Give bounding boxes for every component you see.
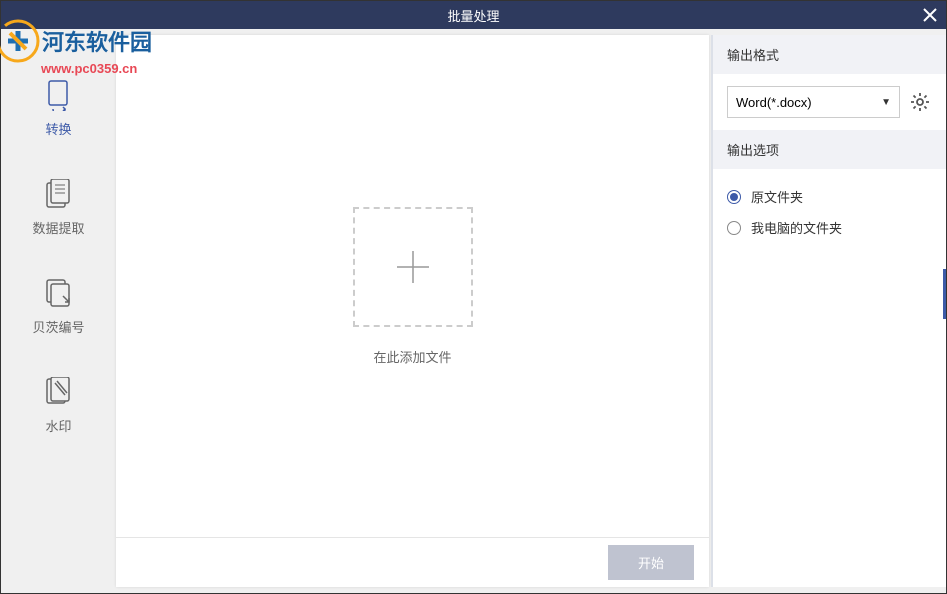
window: 批量处理 河东软件园 www.pc0359.cn 转换 bbox=[0, 0, 947, 594]
output-options-body: 原文件夹 我电脑的文件夹 bbox=[713, 169, 946, 255]
radio-label: 原文件夹 bbox=[751, 187, 803, 206]
right-panel: 输出格式 Word(*.docx) ▼ 输出选项 原文件夹 bbox=[711, 35, 946, 587]
sidebar-item-label: 水印 bbox=[45, 416, 71, 435]
start-button[interactable]: 开始 bbox=[608, 545, 694, 580]
radio-icon bbox=[727, 221, 741, 235]
chevron-down-icon: ▼ bbox=[881, 97, 891, 108]
sidebar: 转换 数据提取 贝茨编号 水印 bbox=[1, 29, 116, 593]
output-format-body: Word(*.docx) ▼ bbox=[713, 74, 946, 130]
bates-icon bbox=[43, 277, 75, 309]
sidebar-item-label: 贝茨编号 bbox=[32, 317, 84, 336]
add-files-dropzone[interactable] bbox=[353, 207, 473, 327]
watermark-icon bbox=[43, 376, 75, 408]
right-edge-indicator bbox=[943, 269, 946, 319]
sidebar-item-label: 转换 bbox=[45, 119, 71, 138]
window-title: 批量处理 bbox=[447, 6, 499, 25]
dropzone-label: 在此添加文件 bbox=[373, 347, 451, 366]
radio-original-folder[interactable]: 原文件夹 bbox=[727, 181, 932, 212]
body: 河东软件园 www.pc0359.cn 转换 数据提取 bbox=[1, 29, 946, 593]
radio-label: 我电脑的文件夹 bbox=[751, 218, 842, 237]
radio-custom-folder[interactable]: 我电脑的文件夹 bbox=[727, 212, 932, 243]
sidebar-item-extract[interactable]: 数据提取 bbox=[1, 158, 116, 257]
plus-icon bbox=[391, 245, 435, 289]
sidebar-item-convert[interactable]: 转换 bbox=[1, 59, 116, 158]
output-format-header: 输出格式 bbox=[713, 35, 946, 74]
titlebar: 批量处理 bbox=[1, 1, 946, 29]
main-footer: 开始 bbox=[116, 537, 709, 587]
main-panel: 在此添加文件 开始 bbox=[116, 35, 709, 587]
radio-icon bbox=[727, 190, 741, 204]
sidebar-item-label: 数据提取 bbox=[32, 218, 84, 237]
extract-icon bbox=[43, 178, 75, 210]
convert-icon bbox=[43, 79, 75, 111]
sidebar-item-bates[interactable]: 贝茨编号 bbox=[1, 257, 116, 356]
sidebar-item-watermark[interactable]: 水印 bbox=[1, 356, 116, 455]
output-options-header: 输出选项 bbox=[713, 130, 946, 169]
main-content: 在此添加文件 bbox=[116, 35, 709, 537]
output-format-value: Word(*.docx) bbox=[736, 95, 812, 110]
gear-icon bbox=[910, 92, 930, 112]
close-icon bbox=[923, 8, 937, 22]
close-button[interactable] bbox=[920, 5, 940, 25]
format-settings-button[interactable] bbox=[908, 90, 932, 114]
output-format-select[interactable]: Word(*.docx) ▼ bbox=[727, 86, 900, 118]
